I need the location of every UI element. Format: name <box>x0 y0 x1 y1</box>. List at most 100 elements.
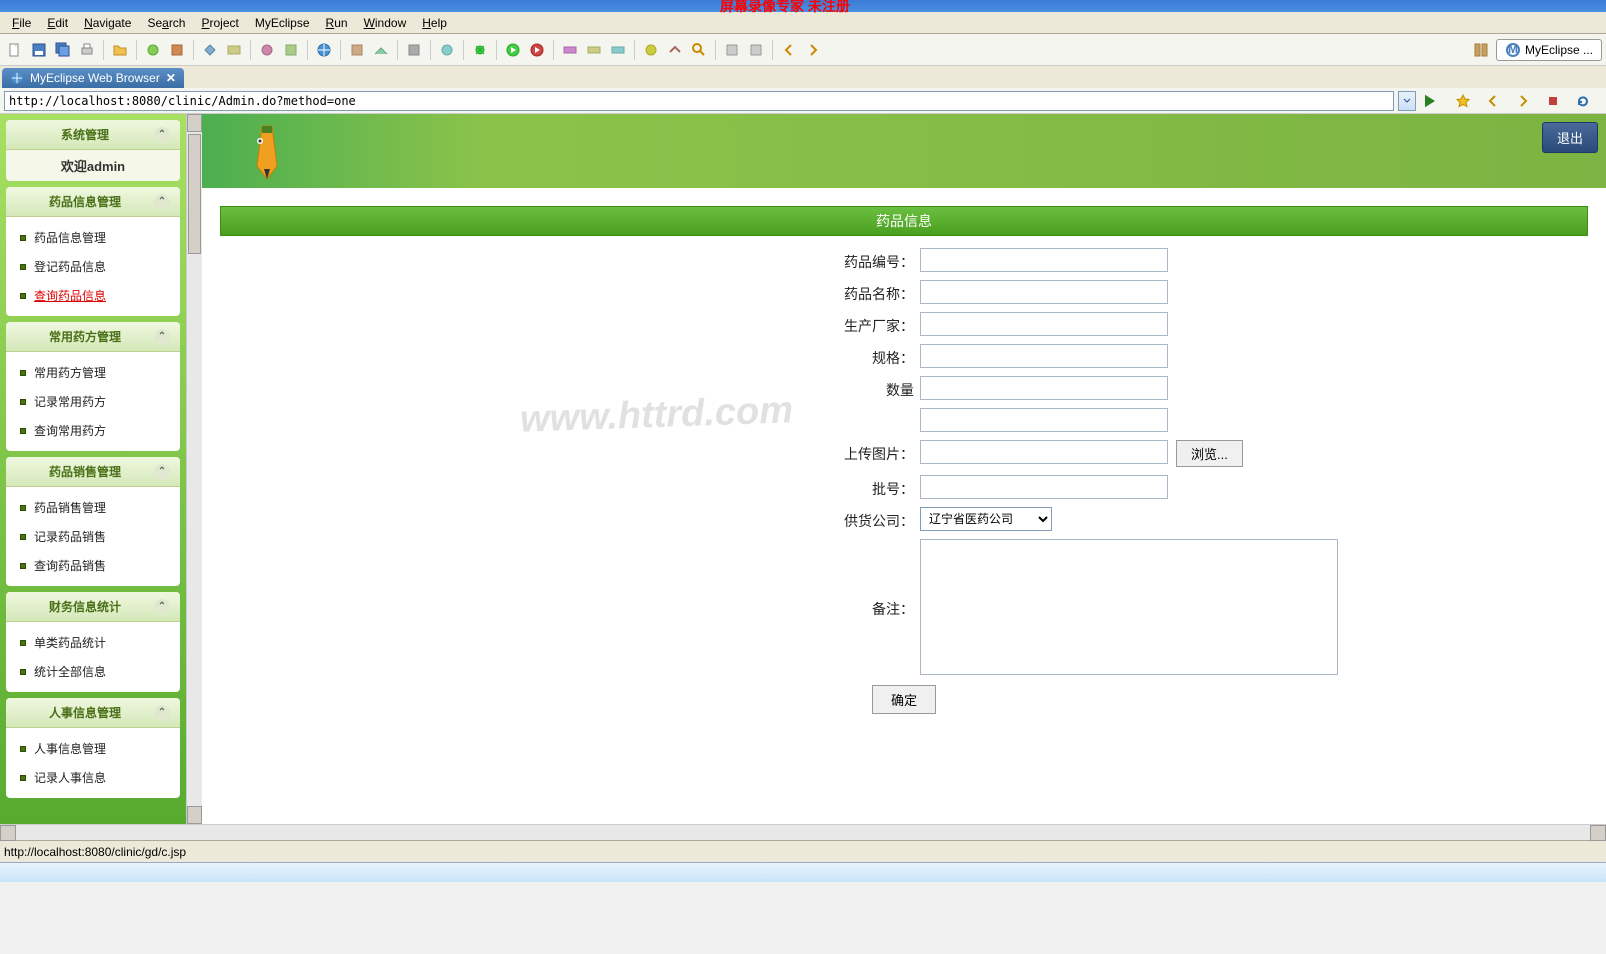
forward-icon[interactable] <box>802 39 824 61</box>
stop-icon[interactable] <box>1542 90 1564 112</box>
main-header: 退出 <box>202 114 1606 188</box>
debug-icon[interactable] <box>469 39 491 61</box>
sidebar-item[interactable]: 单类药品统计 <box>6 628 180 657</box>
collapse-icon[interactable]: ⌃ <box>154 705 170 721</box>
tool-icon-14[interactable] <box>640 39 662 61</box>
perspective-switch-icon[interactable] <box>1470 39 1492 61</box>
label-supplier: 供货公司： <box>220 507 920 531</box>
bullet-icon <box>20 775 26 781</box>
run-ext-icon[interactable] <box>526 39 548 61</box>
submit-button[interactable]: 确定 <box>872 685 936 714</box>
tool-icon-8[interactable] <box>370 39 392 61</box>
tool-icon-2[interactable] <box>166 39 188 61</box>
menu-edit[interactable]: Edit <box>39 14 76 32</box>
tab-browser[interactable]: MyEclipse Web Browser ✕ <box>2 68 184 88</box>
input-quantity[interactable] <box>920 376 1168 400</box>
collapse-icon[interactable]: ⌃ <box>154 194 170 210</box>
sidebar-item[interactable]: 药品销售管理 <box>6 493 180 522</box>
tool-icon-16[interactable] <box>721 39 743 61</box>
tool-icon-9[interactable] <box>403 39 425 61</box>
globe-icon[interactable] <box>313 39 335 61</box>
refresh-icon[interactable] <box>1572 90 1594 112</box>
sidebar-item[interactable]: 查询药品销售 <box>6 551 180 580</box>
tool-icon-6[interactable] <box>280 39 302 61</box>
perspective-button[interactable]: M MyEclipse ... <box>1496 39 1602 61</box>
sidebar-item[interactable]: 查询常用药方 <box>6 416 180 445</box>
tool-icon-13[interactable] <box>607 39 629 61</box>
menu-project[interactable]: Project <box>193 14 246 32</box>
tool-icon-1[interactable] <box>142 39 164 61</box>
input-spec[interactable] <box>920 344 1168 368</box>
menu-file[interactable]: File <box>4 14 39 32</box>
sidebar-item-label: 统计全部信息 <box>34 663 106 680</box>
url-dropdown[interactable] <box>1398 91 1416 111</box>
nav-back-icon[interactable] <box>1482 90 1504 112</box>
tool-icon-11[interactable] <box>559 39 581 61</box>
menu-navigate[interactable]: Navigate <box>76 14 139 32</box>
pencil-icon <box>242 121 292 181</box>
input-name[interactable] <box>920 280 1168 304</box>
new-icon[interactable] <box>4 39 26 61</box>
tool-icon-15[interactable] <box>664 39 686 61</box>
menu-run[interactable]: Run <box>318 14 356 32</box>
sidebar-header[interactable]: 药品销售管理⌃ <box>6 457 180 487</box>
collapse-icon[interactable]: ⌃ <box>154 599 170 615</box>
close-icon[interactable]: ✕ <box>166 71 176 85</box>
print-icon[interactable] <box>76 39 98 61</box>
select-supplier[interactable]: 辽宁省医药公司 <box>920 507 1052 531</box>
sidebar-header-system[interactable]: 系统管理 ⌃ <box>6 120 180 150</box>
sidebar-item[interactable]: 统计全部信息 <box>6 657 180 686</box>
collapse-icon[interactable]: ⌃ <box>154 329 170 345</box>
sidebar-item[interactable]: 查询药品信息 <box>6 281 180 310</box>
sidebar-item[interactable]: 登记药品信息 <box>6 252 180 281</box>
sidebar-item[interactable]: 记录药品销售 <box>6 522 180 551</box>
sidebar-header[interactable]: 人事信息管理⌃ <box>6 698 180 728</box>
sidebar-item-label: 记录常用药方 <box>34 393 106 410</box>
input-blank[interactable] <box>920 408 1168 432</box>
sidebar-item[interactable]: 记录人事信息 <box>6 763 180 792</box>
sidebar-header[interactable]: 常用药方管理⌃ <box>6 322 180 352</box>
back-icon[interactable] <box>778 39 800 61</box>
menu-search[interactable]: Search <box>139 14 193 32</box>
go-button[interactable] <box>1420 91 1440 111</box>
bullet-icon <box>20 399 26 405</box>
browse-button[interactable]: 浏览... <box>1176 440 1243 467</box>
tool-icon-7[interactable] <box>346 39 368 61</box>
collapse-icon[interactable]: ⌃ <box>154 464 170 480</box>
url-input[interactable] <box>4 91 1394 111</box>
sidebar-item-label: 登记药品信息 <box>34 258 106 275</box>
bullet-icon <box>20 746 26 752</box>
input-manufacturer[interactable] <box>920 312 1168 336</box>
folder-icon[interactable] <box>109 39 131 61</box>
logout-button[interactable]: 退出 <box>1542 122 1598 153</box>
menu-window[interactable]: Window <box>356 14 415 32</box>
sidebar-header[interactable]: 财务信息统计⌃ <box>6 592 180 622</box>
tool-icon-3[interactable] <box>199 39 221 61</box>
tool-icon-4[interactable] <box>223 39 245 61</box>
bullet-icon <box>20 264 26 270</box>
input-code[interactable] <box>920 248 1168 272</box>
sidebar-item[interactable]: 人事信息管理 <box>6 734 180 763</box>
save-icon[interactable] <box>28 39 50 61</box>
input-upload[interactable] <box>920 440 1168 464</box>
nav-forward-icon[interactable] <box>1512 90 1534 112</box>
scrollbar-vertical[interactable] <box>186 114 202 824</box>
sidebar-item[interactable]: 常用药方管理 <box>6 358 180 387</box>
save-all-icon[interactable] <box>52 39 74 61</box>
favorite-icon[interactable] <box>1452 90 1474 112</box>
collapse-icon[interactable]: ⌃ <box>154 127 170 143</box>
tool-icon-17[interactable] <box>745 39 767 61</box>
sidebar-item[interactable]: 记录常用药方 <box>6 387 180 416</box>
tool-icon-10[interactable] <box>436 39 458 61</box>
tool-icon-12[interactable] <box>583 39 605 61</box>
sidebar-header[interactable]: 药品信息管理⌃ <box>6 187 180 217</box>
tool-icon-5[interactable] <box>256 39 278 61</box>
run-icon[interactable] <box>502 39 524 61</box>
sidebar-item[interactable]: 药品信息管理 <box>6 223 180 252</box>
search-icon[interactable] <box>688 39 710 61</box>
textarea-remark[interactable] <box>920 539 1338 675</box>
menu-myeclipse[interactable]: MyEclipse <box>247 14 318 32</box>
scrollbar-horizontal[interactable] <box>0 824 1606 840</box>
menu-help[interactable]: Help <box>414 14 455 32</box>
input-batch[interactable] <box>920 475 1168 499</box>
